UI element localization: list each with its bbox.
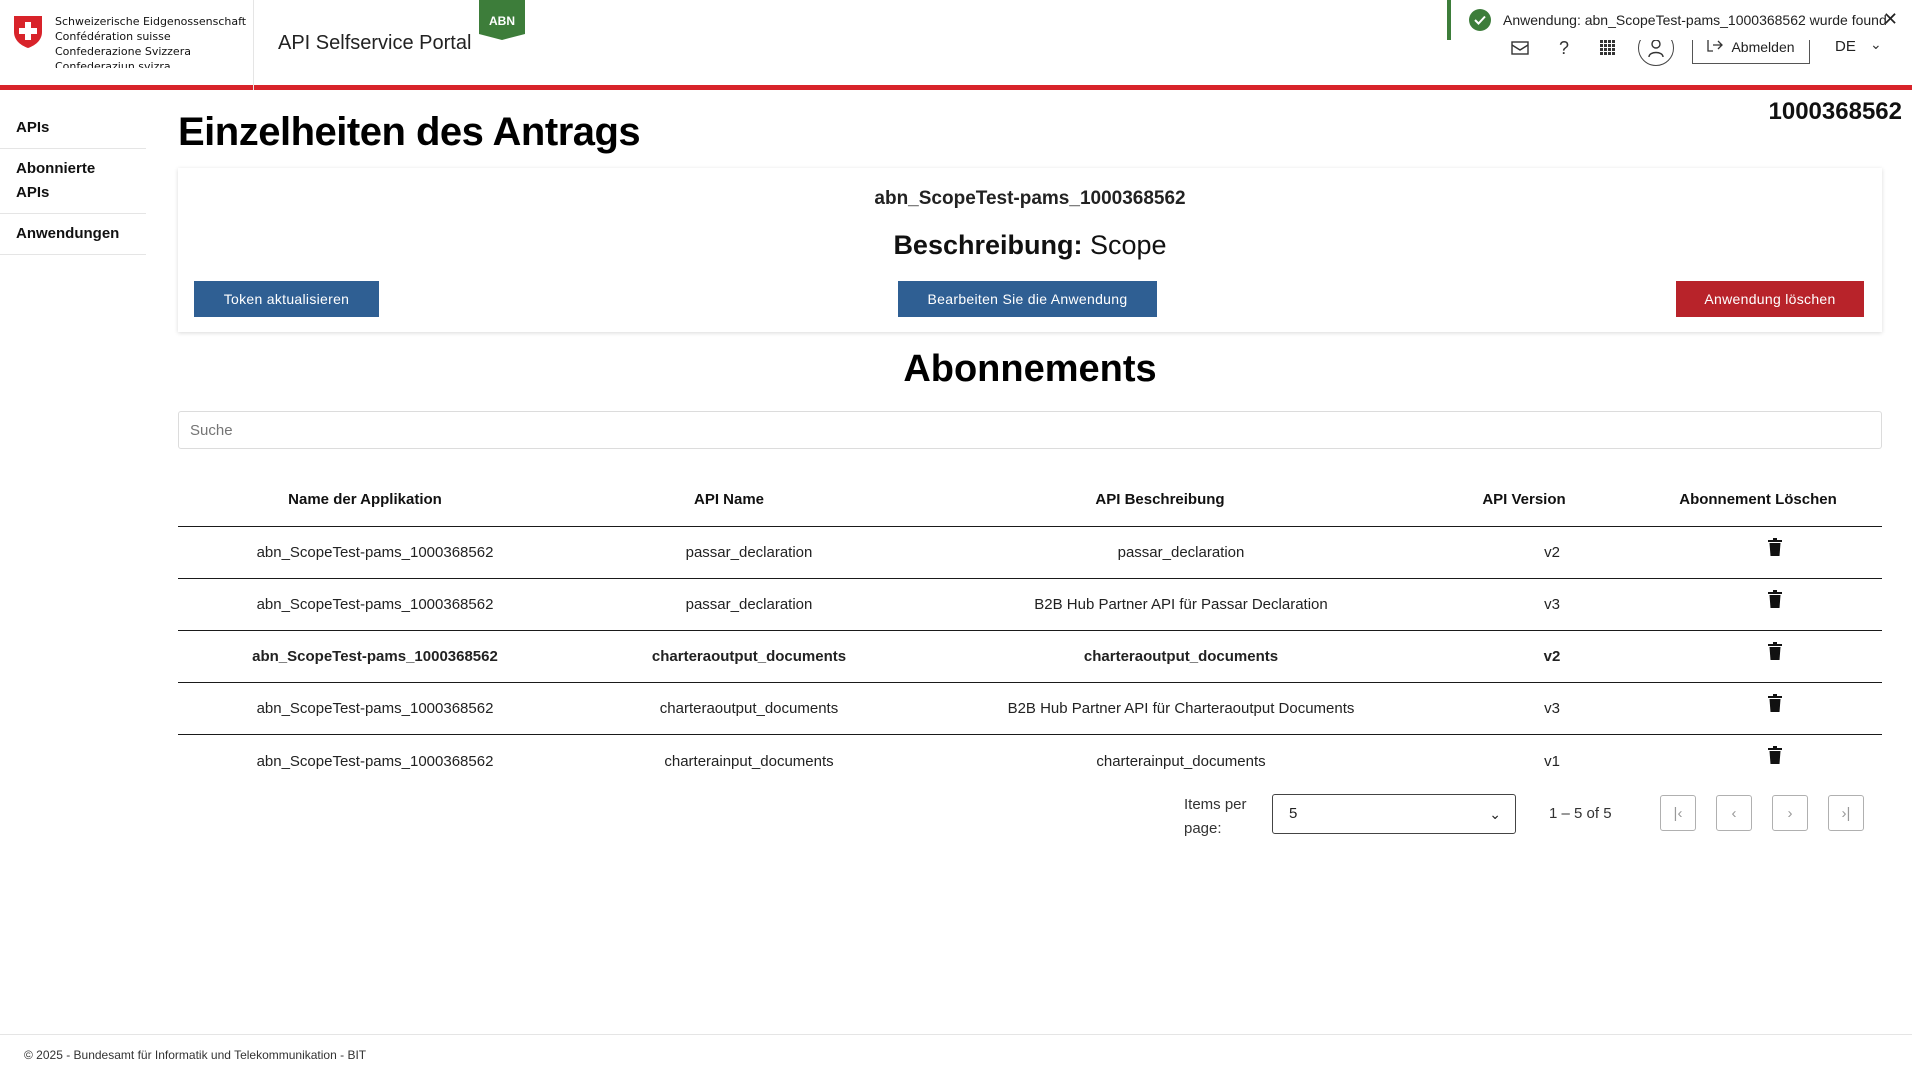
cell-delete	[1668, 641, 1882, 668]
swiss-shield-icon	[14, 16, 42, 48]
cell-api-name: passar_declaration	[685, 544, 813, 561]
application-id: 1000368562	[1768, 98, 1902, 125]
subscriptions-title: Abonnements	[903, 348, 1157, 390]
sidebar-item-applications[interactable]: Anwendungen	[0, 214, 146, 255]
cell-api-version: v3	[1544, 596, 1560, 613]
chevron-down-icon: ⌄	[1489, 806, 1501, 822]
confed-line-rm: Confederaziun svizra	[55, 60, 171, 68]
sidebar-item-subscribed-apis[interactable]: Abonnierte APIs	[0, 149, 146, 214]
cell-api-name: charteraoutput_documents	[659, 700, 839, 717]
confed-line-it: Confederazione Svizzera	[55, 45, 191, 58]
table-row[interactable]: abn_ScopeTest-pams_1000368562 charteraou…	[178, 683, 1882, 735]
column-header-app-name[interactable]: Name der Applikation	[178, 491, 552, 508]
table-row[interactable]: abn_ScopeTest-pams_1000368562 passar_dec…	[178, 579, 1882, 631]
search-input[interactable]	[178, 411, 1882, 449]
cell-api-description: charteraoutput_documents	[1083, 648, 1279, 665]
logout-icon	[1707, 37, 1724, 56]
cell-api-version: v2	[1544, 544, 1560, 561]
toast-message: Anwendung: abn_ScopeTest-pams_1000368562…	[1503, 12, 1887, 28]
confed-line-fr: Confédération suisse	[55, 30, 171, 43]
application-name: abn_ScopeTest-pams_1000368562	[874, 188, 1186, 209]
cell-api-name: passar_declaration	[685, 596, 813, 613]
cell-app-name: abn_ScopeTest-pams_1000368562	[256, 752, 494, 770]
language-selector[interactable]: DE	[1835, 38, 1856, 55]
description-value: Scope	[1089, 230, 1167, 260]
first-page-button[interactable]: |‹	[1660, 795, 1696, 831]
items-per-page-label: Items per page:	[1184, 796, 1247, 837]
logout-label: Abmelden	[1731, 38, 1795, 55]
sidebar-nav: APIs Abonnierte APIs Anwendungen	[0, 108, 146, 255]
portal-title[interactable]: API Selfservice Portal	[278, 32, 471, 55]
trash-icon[interactable]	[1768, 589, 1782, 608]
last-page-button[interactable]: ›|	[1828, 795, 1864, 831]
column-header-api-version[interactable]: API Version	[1414, 491, 1634, 508]
subscriptions-table: Name der Applikation API Name API Beschr…	[178, 472, 1882, 787]
table-header-row: Name der Applikation API Name API Beschr…	[178, 472, 1882, 527]
page-footer: © 2025 - Bundesamt für Informatik und Te…	[0, 1034, 1912, 1074]
previous-page-button[interactable]: ‹	[1716, 795, 1752, 831]
page-title: Einzelheiten des Antrags	[178, 110, 641, 154]
cell-delete	[1668, 537, 1882, 564]
trash-icon[interactable]	[1768, 641, 1782, 660]
cell-app-name: abn_ScopeTest-pams_1000368562	[256, 544, 494, 561]
cell-api-version: v1	[1544, 752, 1560, 770]
page-size-value: 5	[1289, 805, 1298, 822]
cell-api-name: charteraoutput_documents	[651, 648, 847, 665]
cell-api-description: charterainput_documents	[1096, 752, 1266, 770]
cell-app-name: abn_ScopeTest-pams_1000368562	[252, 648, 498, 665]
first-page-icon: |‹	[1673, 804, 1683, 822]
confed-line-de: Schweizerische Eidgenossenschaft	[55, 15, 247, 28]
application-details-card: abn_ScopeTest-pams_1000368562 Beschreibu…	[178, 168, 1882, 332]
cell-api-description: B2B Hub Partner API für Passar Declarati…	[1034, 596, 1328, 613]
success-toast: Anwendung: abn_ScopeTest-pams_1000368562…	[1447, 0, 1912, 40]
edit-application-button[interactable]: Bearbeiten Sie die Anwendung	[898, 281, 1157, 317]
table-row[interactable]: abn_ScopeTest-pams_1000368562 charterain…	[178, 735, 1882, 787]
cell-api-description: B2B Hub Partner API für Charteraoutput D…	[1007, 700, 1355, 717]
trash-icon[interactable]	[1768, 537, 1782, 556]
column-header-delete-subscription: Abonnement Löschen	[1679, 490, 1837, 508]
table-row[interactable]: abn_ScopeTest-pams_1000368562 charteraou…	[178, 631, 1882, 683]
cell-app-name: abn_ScopeTest-pams_1000368562	[256, 700, 494, 717]
refresh-token-button[interactable]: Token aktualisieren	[194, 281, 379, 317]
cell-api-description: passar_declaration	[1117, 544, 1245, 561]
cell-delete	[1668, 693, 1882, 720]
column-header-api-description[interactable]: API Beschreibung	[906, 491, 1414, 508]
column-header-api-name[interactable]: API Name	[552, 491, 906, 508]
page-range-label: 1 – 5 of 5	[1549, 805, 1612, 822]
cell-api-version: v2	[1543, 648, 1561, 665]
cell-delete	[1668, 746, 1882, 772]
cell-api-name: charterainput_documents	[664, 752, 834, 770]
table-paginator: Items per page: 5 ⌄ 1 – 5 of 5 |‹ ‹ › ›|	[1184, 793, 1884, 841]
description-label: Beschreibung:	[893, 230, 1083, 260]
table-row[interactable]: abn_ScopeTest-pams_1000368562 passar_dec…	[178, 527, 1882, 579]
cell-delete	[1668, 589, 1882, 616]
page-size-select[interactable]: 5 ⌄	[1272, 794, 1516, 834]
application-description: Beschreibung: Scope	[178, 230, 1882, 261]
confederation-logo[interactable]: Schweizerische Eidgenossenschaft Confédé…	[0, 0, 254, 90]
check-circle-icon	[1469, 9, 1491, 31]
trash-icon[interactable]	[1768, 693, 1782, 712]
sidebar-item-apis[interactable]: APIs	[0, 108, 146, 149]
confederation-text: Schweizerische Eidgenossenschaft Confédé…	[55, 14, 246, 68]
trash-icon[interactable]	[1768, 746, 1782, 764]
last-page-icon: ›|	[1841, 804, 1851, 822]
environment-badge: ABN	[479, 0, 525, 40]
cell-app-name: abn_ScopeTest-pams_1000368562	[256, 596, 494, 613]
next-page-button[interactable]: ›	[1772, 795, 1808, 831]
chevron-right-icon: ›	[1787, 804, 1793, 822]
delete-application-button[interactable]: Anwendung löschen	[1676, 281, 1864, 317]
cell-api-version: v3	[1544, 700, 1560, 717]
chevron-left-icon: ‹	[1731, 804, 1737, 822]
close-icon[interactable]: ✕	[1883, 9, 1898, 30]
